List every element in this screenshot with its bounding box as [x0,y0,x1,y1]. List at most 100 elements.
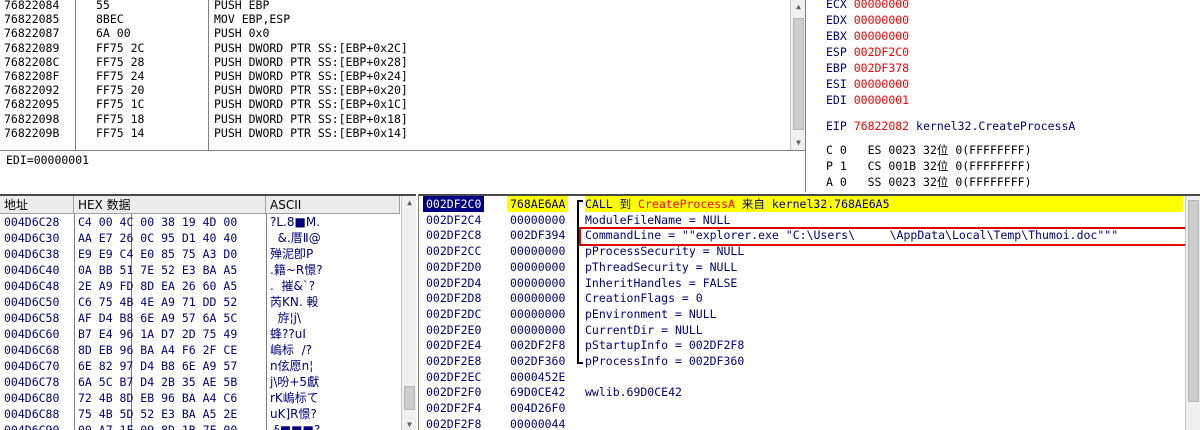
dump-scrollbar[interactable]: ▲ ▼ [401,196,416,430]
register-name: ESI [826,77,847,91]
stack-row[interactable]: 002DF2E8 002DF360 pProcessInfo = 002DF360 [419,353,1200,369]
register-row-eip[interactable]: EIP 76822082 kernel32.CreateProcessA [826,118,1075,134]
stack-row[interactable]: 002DF2D0 00000000 pThreadSecurity = NULL [419,259,1200,275]
triangle-down-icon[interactable]: ▼ [791,136,805,150]
segment-selector: 001B [888,159,917,173]
disassembly-pane[interactable]: 76822084 55 PUSH EBP 76822085 8BEC MOV EBP,ES… [0,0,806,150]
stack-value: 69D0CE42 [510,385,566,400]
register-row[interactable]: ESP 002DF2C0 [826,44,909,60]
register-comment: kernel32.CreateProcessA [916,119,1076,133]
dump-row[interactable]: 004D6C50 C6 75 4B 4E A9 71 DD 52 芮KN. 軗 [0,294,416,310]
stack-address: 002DF2E8 [426,354,482,368]
dump-row[interactable]: 004D6C90 00 A7 1F 09 8D 1B 7F 00 .§■■■? [0,422,416,430]
stack-address: 002DF2D8 [426,291,482,306]
triangle-down-icon[interactable]: ▼ [402,418,416,430]
register-row[interactable]: EDI 00000001 [826,92,909,108]
stack-address: 002DF2E0 [426,322,482,337]
register-value[interactable]: 00000000 [854,29,909,43]
disassembly-scrollbar[interactable]: ▲ ▼ [790,0,805,150]
dump-row[interactable]: 004D6C60 B7 E4 96 1A D7 2D 75 49 蜂??uI [0,326,416,342]
dump-hex: 2E A9 FD 8D EA 26 60 A5 [78,279,238,293]
dump-address: 004D6C50 [4,295,60,309]
dump-hex: 72 4B 8D EB 96 BA A4 C6 [78,391,238,405]
dump-hex: B7 E4 96 1A D7 2D 75 49 [78,327,238,341]
header-ascii[interactable]: ASCII [266,196,400,214]
stack-address: 002DF2DC [426,306,482,321]
dump-row[interactable]: 004D6C78 6A 5C B7 D4 2B 35 AE 5B j\吩+5獻 [0,374,416,390]
segment-range: 0(FFFFFFFF) [955,159,1032,173]
register-row[interactable]: EDX 00000000 [826,12,909,28]
register-value[interactable]: 76822082 [854,119,909,133]
disasm-row[interactable]: 7682209B FF75 14 PUSH DWORD PTR SS:[EBP+0x… [0,125,805,141]
dump-row[interactable]: 004D6C28 C4 00 4C 00 38 19 4D 00 ?L.8■M. [0,214,416,230]
triangle-up-icon[interactable]: ▲ [791,0,805,14]
dump-hex: 6A 5C B7 D4 2B 35 AE 5B [78,375,238,389]
register-value[interactable]: 00000001 [854,93,909,107]
flag-row[interactable]: P 1 CS 001B 32位 0(FFFFFFFF) [826,158,1032,174]
stack-row[interactable]: 002DF2C4 00000000 ModuleFileName = NULL [419,212,1200,228]
dump-address: 004D6C60 [4,327,60,341]
dump-row[interactable]: 004D6C38 E9 E9 C4 E0 85 75 A3 D0 殚泥卽P [0,246,416,262]
stack-comment-part: CreateProcessA [638,197,735,211]
dump-row[interactable]: 004D6C30 AA E7 26 0C 95 D1 40 40 &.厝Ⅱ@ [0,230,416,246]
header-address[interactable]: 地址 [0,196,74,214]
stack-row[interactable]: 002DF2C0 768AE6AA CALL 到 CreateProcessA 来自… [419,196,1200,212]
flag-row[interactable]: C 0 ES 0023 32位 0(FFFFFFFF) [826,142,1032,158]
dump-ascii: n伭愿n¦ [270,359,314,373]
segment-name: SS [867,175,882,189]
stack-comment: pThreadSecurity = NULL [585,259,738,274]
stack-row[interactable]: 002DF2D8 00000000 CreationFlags = 0 [419,290,1200,306]
register-row[interactable]: EBP 002DF378 [826,60,909,76]
stack-row[interactable]: 002DF2DC 00000000 pEnvironment = NULL [419,306,1200,322]
stack-row[interactable]: 002DF2D4 00000000 InheritHandles = FALSE [419,275,1200,291]
dump-hex: C4 00 4C 00 38 19 4D 00 [78,215,238,229]
stack-row[interactable]: 002DF2EC 0000452E [419,369,1200,385]
stack-pane[interactable]: 002DF2C0 768AE6AA CALL 到 CreateProcessA 来自… [418,194,1200,430]
triangle-up-icon[interactable]: ▲ [402,196,416,210]
segment-name: ES [867,143,882,157]
register-value[interactable]: 00000000 [854,77,909,91]
scroll-thumb[interactable] [1188,200,1199,402]
dump-ascii: 斿¦j\ [270,311,302,325]
hex-dump-pane[interactable]: 地址 HEX 数据 ASCII 004D6C28 C4 00 4C 00 38 1… [0,194,416,430]
dump-address: 004D6C30 [4,231,60,245]
registers-pane[interactable]: ECX 00000000 EDX 00000000 EBX 00000000 ESP … [820,0,1200,192]
register-row[interactable]: ESI 00000000 [826,76,909,92]
register-row[interactable]: ECX 00000000 [826,0,909,12]
dump-ascii: uK]R憬? [270,407,317,421]
dump-row[interactable]: 004D6C70 6E 82 97 D4 B8 6E A9 57 n伭愿n¦ [0,358,416,374]
register-value[interactable]: 00000000 [854,0,909,11]
stack-value: 002DF394 [510,228,566,243]
dump-row[interactable]: 004D6C80 72 4B 8D EB 96 BA A4 C6 rK嵨标て [0,390,416,406]
stack-row[interactable]: 002DF2E0 00000000 CurrentDir = NULL [419,322,1200,338]
register-value[interactable]: 002DF2C0 [854,45,909,59]
dump-ascii: . 摧&`? [270,279,316,293]
dump-row[interactable]: 004D6C40 0A BB 51 7E 52 E3 BA A5 .籍~R憬? [0,262,416,278]
stack-row[interactable]: 002DF2F0 69D0CE42 wwlib.69D0CE42 [419,384,1200,400]
call-bracket-bottom [577,362,583,364]
scroll-thumb[interactable] [793,18,804,130]
flag-name: P [826,159,833,173]
dump-hex: 00 A7 1F 09 8D 1B 7F 00 [78,423,238,430]
register-value[interactable]: 00000000 [854,13,909,27]
register-row[interactable]: EBX 00000000 [826,28,909,44]
dump-row[interactable]: 004D6C58 AF D4 B8 6E A9 57 6A 5C 斿¦j\ [0,310,416,326]
dump-ascii: .籍~R憬? [270,263,323,277]
info-text: EDI=00000001 [6,153,90,167]
stack-scrollbar[interactable] [1185,196,1200,430]
flag-row[interactable]: A 0 SS 0023 32位 0(FFFFFFFF) [826,174,1032,190]
stack-row[interactable]: 002DF2E4 002DF2F8 pStartupInfo = 002DF2F8 [419,337,1200,353]
stack-address: 002DF2D0 [426,259,482,274]
stack-address: 002DF2F0 [426,385,482,400]
register-name: ECX [826,0,847,11]
stack-row[interactable]: 002DF2F4 004D26F0 [419,400,1200,416]
dump-row[interactable]: 004D6C88 75 4B 5D 52 E3 BA A5 2E uK]R憬? [0,406,416,422]
dump-row[interactable]: 004D6C68 8D EB 96 BA A4 F6 2F CE 嵨标 /? [0,342,416,358]
dump-row[interactable]: 004D6C48 2E A9 FD 8D EA 26 60 A5 . 摧&`? [0,278,416,294]
stack-row[interactable]: 002DF2F8 00000044 [419,416,1200,430]
disasm-hex: FF75 14 [96,125,145,140]
register-value[interactable]: 002DF378 [854,61,909,75]
scroll-thumb[interactable] [404,386,415,410]
stack-address: 002DF2C4 [426,212,482,227]
header-hex[interactable]: HEX 数据 [74,196,266,214]
